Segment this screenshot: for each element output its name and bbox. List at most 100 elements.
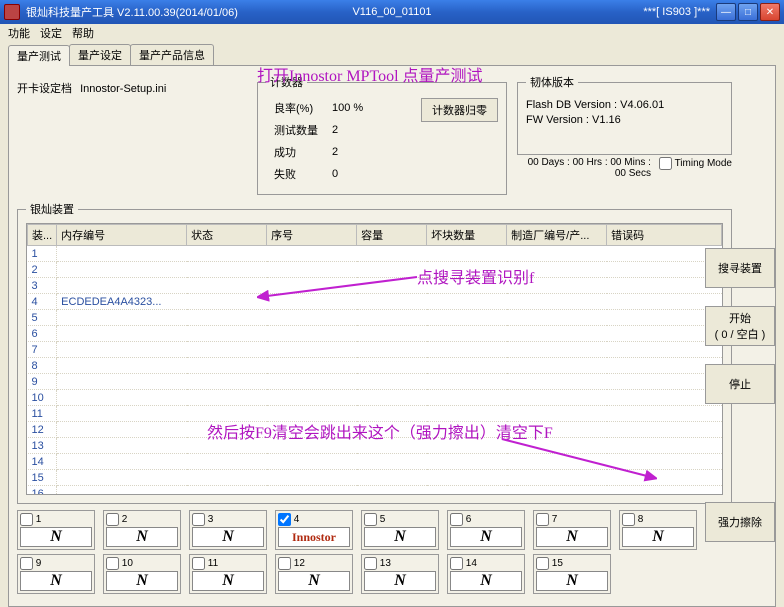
table-row[interactable]: 7 — [28, 342, 722, 358]
table-row[interactable]: 8 — [28, 358, 722, 374]
cell — [57, 486, 187, 496]
col-serial[interactable]: 序号 — [267, 225, 357, 246]
table-row[interactable]: 5 — [28, 310, 722, 326]
firmware-legend: 韧体版本 — [526, 74, 578, 90]
slot-checkbox[interactable] — [622, 513, 635, 526]
table-row[interactable]: 2 — [28, 262, 722, 278]
fail-value: 0 — [326, 164, 369, 184]
col-badblk[interactable]: 坏块数量 — [427, 225, 507, 246]
slot-checkbox-label[interactable]: 11 — [192, 557, 264, 570]
slot-face: N — [192, 571, 264, 591]
table-row[interactable]: 13 — [28, 438, 722, 454]
firmware-group: 韧体版本 Flash DB Version : V4.06.01 FW Vers… — [517, 74, 732, 155]
table-row[interactable]: 10 — [28, 390, 722, 406]
slot-checkbox-label[interactable]: 13 — [364, 557, 436, 570]
slot-checkbox-label[interactable]: 12 — [278, 557, 350, 570]
menu-set[interactable]: 设定 — [40, 25, 62, 41]
timing-mode-check[interactable]: Timing Mode — [659, 157, 732, 170]
slot-checkbox-label[interactable]: 7 — [536, 513, 608, 526]
table-row[interactable]: 6 — [28, 326, 722, 342]
slot-10: 10N — [103, 554, 181, 594]
slot-checkbox-label[interactable]: 10 — [106, 557, 178, 570]
col-memory[interactable]: 内存编号 — [57, 225, 187, 246]
slot-checkbox-label[interactable]: 4 — [278, 513, 350, 526]
tab-mp-settings[interactable]: 量产设定 — [69, 44, 131, 65]
slot-checkbox-label[interactable]: 14 — [450, 557, 522, 570]
cell — [57, 342, 187, 358]
slot-checkbox[interactable] — [536, 513, 549, 526]
cell — [507, 358, 607, 374]
table-row[interactable]: 14 — [28, 454, 722, 470]
col-capacity[interactable]: 容量 — [357, 225, 427, 246]
table-row[interactable]: 3 — [28, 278, 722, 294]
cell — [357, 326, 427, 342]
menu-help[interactable]: 帮助 — [72, 25, 94, 41]
slot-checkbox-label[interactable]: 2 — [106, 513, 178, 526]
table-row[interactable]: 9 — [28, 374, 722, 390]
slot-checkbox[interactable] — [536, 557, 549, 570]
cell — [357, 246, 427, 262]
slot-12: 12N — [275, 554, 353, 594]
col-slot[interactable]: 装... — [28, 225, 57, 246]
maximize-button[interactable]: □ — [738, 3, 758, 21]
table-row[interactable]: 12 — [28, 422, 722, 438]
table-row[interactable]: 11 — [28, 406, 722, 422]
slot-checkbox-label[interactable]: 15 — [536, 557, 608, 570]
col-errcode[interactable]: 错误码 — [607, 225, 722, 246]
slot-checkbox-label[interactable]: 3 — [192, 513, 264, 526]
slot-face: N — [450, 527, 522, 547]
start-button[interactable]: 开始 ( 0 / 空白 ) — [705, 306, 775, 346]
row-number: 1 — [28, 246, 57, 262]
success-value: 2 — [326, 142, 369, 162]
close-button[interactable]: ✕ — [760, 3, 780, 21]
slot-checkbox[interactable] — [106, 557, 119, 570]
menu-func[interactable]: 功能 — [8, 25, 30, 41]
tab-mp-test[interactable]: 量产测试 — [8, 45, 70, 66]
cell — [267, 486, 357, 496]
slot-checkbox[interactable] — [364, 557, 377, 570]
slot-checkbox-label[interactable]: 1 — [20, 513, 92, 526]
slot-checkbox[interactable] — [278, 513, 291, 526]
slot-checkbox[interactable] — [192, 513, 205, 526]
cell — [267, 310, 357, 326]
slot-checkbox[interactable] — [364, 513, 377, 526]
cell — [507, 422, 607, 438]
cell — [187, 278, 267, 294]
slot-checkbox-label[interactable]: 6 — [450, 513, 522, 526]
tab-mp-info[interactable]: 量产产品信息 — [130, 44, 214, 65]
table-row[interactable]: 16 — [28, 486, 722, 496]
slot-checkbox-label[interactable]: 8 — [622, 513, 694, 526]
table-row[interactable]: 1 — [28, 246, 722, 262]
slot-checkbox[interactable] — [192, 557, 205, 570]
cell — [357, 374, 427, 390]
timing-mode-label: Timing Mode — [675, 158, 732, 169]
slot-4: 4Innostor — [275, 510, 353, 550]
cell — [427, 358, 507, 374]
find-device-button[interactable]: 搜寻装置 — [705, 248, 775, 288]
cell — [427, 310, 507, 326]
cell — [267, 390, 357, 406]
slot-checkbox-label[interactable]: 5 — [364, 513, 436, 526]
slot-checkbox[interactable] — [20, 557, 33, 570]
slot-checkbox-label[interactable]: 9 — [20, 557, 92, 570]
slot-checkbox[interactable] — [20, 513, 33, 526]
slot-checkbox[interactable] — [106, 513, 119, 526]
stop-button[interactable]: 停止 — [705, 364, 775, 404]
col-status[interactable]: 状态 — [187, 225, 267, 246]
cell — [187, 342, 267, 358]
table-row[interactable]: 15 — [28, 470, 722, 486]
col-mfr[interactable]: 制造厂编号/产... — [507, 225, 607, 246]
counter-reset-button[interactable]: 计数器归零 — [421, 98, 498, 122]
cell — [507, 438, 607, 454]
slot-checkbox[interactable] — [278, 557, 291, 570]
table-row[interactable]: 4ECDEDEA4A4323... — [28, 294, 722, 310]
row-number: 15 — [28, 470, 57, 486]
slot-face: N — [106, 571, 178, 591]
cell — [507, 310, 607, 326]
row-number: 7 — [28, 342, 57, 358]
slot-checkbox[interactable] — [450, 557, 463, 570]
force-erase-button[interactable]: 强力擦除 — [705, 502, 775, 542]
minimize-button[interactable]: — — [716, 3, 736, 21]
cell — [267, 422, 357, 438]
slot-checkbox[interactable] — [450, 513, 463, 526]
